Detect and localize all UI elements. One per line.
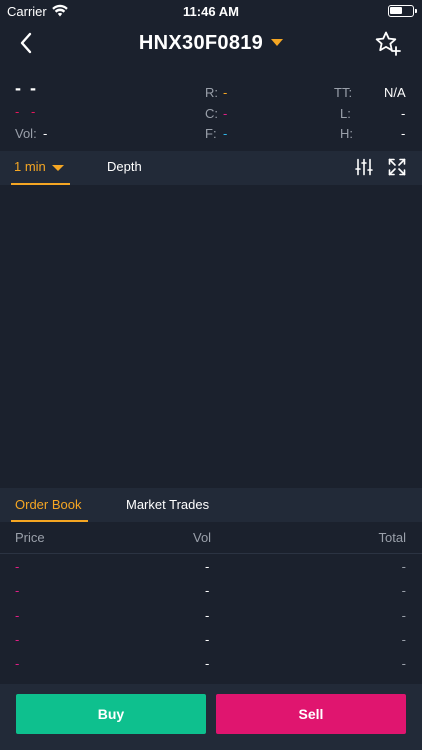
low-value: - <box>401 106 406 121</box>
tab-market-trades[interactable]: Market Trades <box>126 497 209 512</box>
expand-icon[interactable] <box>388 158 406 176</box>
trade-actions: Buy Sell <box>0 684 422 750</box>
buy-button[interactable]: Buy <box>16 694 206 734</box>
last-price: - - <box>15 78 38 98</box>
vol-header: Vol <box>193 530 212 545</box>
nav-bar: HNX30F0819 <box>0 22 422 66</box>
vol-value: - <box>43 126 48 141</box>
chart-tabs: 1 min Depth <box>0 151 422 185</box>
row-total: - <box>401 656 406 671</box>
floor-label: F: <box>205 126 217 141</box>
total-header: Total <box>378 530 406 545</box>
row-total: - <box>401 583 406 598</box>
symbol-selector[interactable]: HNX30F0819 <box>0 32 422 55</box>
tt-label: TT: <box>334 85 353 100</box>
battery-icon <box>388 5 417 17</box>
price-change: - - <box>15 104 40 119</box>
table-row: - - - <box>0 629 422 653</box>
row-vol: - <box>205 583 210 598</box>
quote-info-panel: - - - - Vol: - R: - C: - F: - TT: N/A L:… <box>0 66 422 151</box>
table-row: - - - <box>0 580 422 604</box>
page-title: HNX30F0819 <box>138 32 264 54</box>
tab-order-book-label: Order Book <box>15 497 82 512</box>
row-vol: - <box>205 559 210 574</box>
table-row: - - - <box>0 653 422 677</box>
row-total: - <box>401 559 406 574</box>
caret-down-icon <box>271 39 284 47</box>
ref-label: R: <box>205 85 218 100</box>
high-label: H: <box>340 126 353 141</box>
row-price: - <box>15 608 20 623</box>
star-plus-icon[interactable] <box>374 30 402 58</box>
ceiling-label: C: <box>205 106 218 121</box>
order-tabs: Order Book Market Trades <box>0 488 422 522</box>
row-vol: - <box>205 608 210 623</box>
row-price: - <box>15 559 20 574</box>
row-vol: - <box>205 632 210 647</box>
row-vol: - <box>205 656 210 671</box>
price-header: Price <box>15 530 45 545</box>
row-total: - <box>401 608 406 623</box>
status-bar: Carrier 11:46 AM <box>0 0 422 22</box>
row-price: - <box>15 583 20 598</box>
tab-order-book[interactable]: Order Book <box>11 488 88 522</box>
table-row: - - - <box>0 556 422 580</box>
low-label: L: <box>340 106 351 121</box>
row-price: - <box>15 632 20 647</box>
caret-down-icon <box>52 165 64 171</box>
sliders-icon[interactable] <box>355 158 373 176</box>
high-value: - <box>401 126 406 141</box>
status-time: 11:46 AM <box>183 4 239 19</box>
order-book-header: Price Vol Total <box>0 522 422 554</box>
vol-label: Vol: <box>15 126 37 141</box>
row-price: - <box>15 656 20 671</box>
chart-canvas[interactable] <box>0 185 422 488</box>
sell-button[interactable]: Sell <box>216 694 406 734</box>
floor-value: - <box>223 126 228 141</box>
tt-value: N/A <box>384 85 406 100</box>
row-total: - <box>401 632 406 647</box>
tab-depth[interactable]: Depth <box>107 159 142 174</box>
tab-interval[interactable]: 1 min <box>11 151 70 185</box>
table-row: - - - <box>0 605 422 629</box>
interval-label: 1 min <box>14 159 46 174</box>
ref-value: - <box>223 85 228 100</box>
ceiling-value: - <box>223 106 228 121</box>
